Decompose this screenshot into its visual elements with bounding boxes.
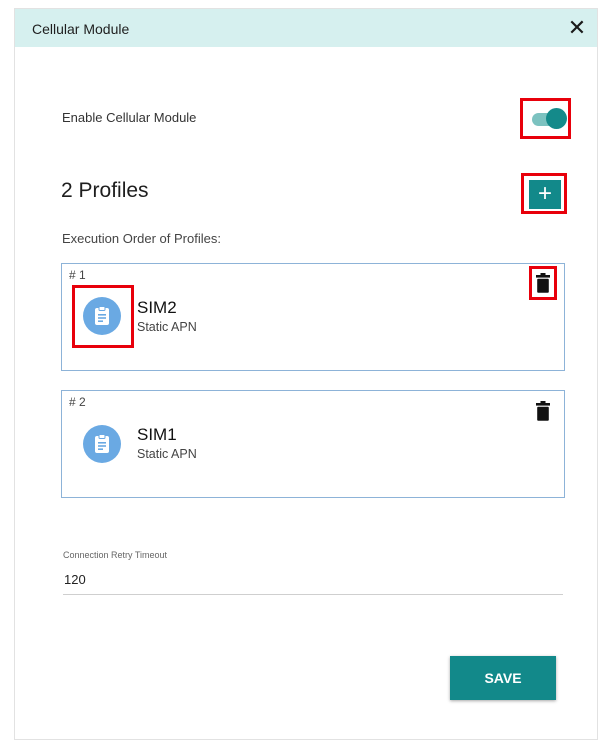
profiles-count-title: 2 Profiles	[61, 179, 149, 202]
enable-cellular-label: Enable Cellular Module	[62, 110, 197, 125]
retry-timeout-label: Connection Retry Timeout	[63, 550, 168, 560]
save-button[interactable]: SAVE	[450, 656, 556, 700]
retry-timeout-underline	[63, 594, 563, 595]
clipboard-icon[interactable]	[83, 425, 121, 463]
dialog-header: Cellular Module ✕	[15, 9, 597, 47]
add-profile-highlight: +	[521, 173, 567, 214]
add-profile-button[interactable]: +	[529, 180, 561, 209]
retry-timeout-input[interactable]: 120	[64, 572, 86, 587]
close-icon[interactable]: ✕	[565, 16, 589, 40]
profile-type: Static APN	[137, 447, 197, 461]
profile-icon-highlight	[72, 285, 134, 348]
profile-card-2[interactable]: # 2 SIM1 Static APN	[61, 390, 565, 498]
delete-highlight	[529, 266, 557, 300]
profile-name: SIM1	[137, 425, 177, 444]
trash-icon[interactable]	[536, 401, 550, 421]
dialog-title: Cellular Module	[32, 21, 130, 37]
trash-icon[interactable]	[536, 273, 550, 293]
profile-order: # 2	[69, 395, 86, 409]
execution-order-label: Execution Order of Profiles:	[62, 231, 221, 246]
profile-name: SIM2	[137, 298, 177, 317]
cellular-module-dialog: Cellular Module ✕ Enable Cellular Module…	[14, 8, 598, 740]
enable-cellular-toggle[interactable]	[520, 98, 571, 139]
toggle-knob	[546, 108, 567, 129]
profile-order: # 1	[69, 268, 86, 282]
clipboard-icon[interactable]	[83, 297, 121, 335]
profile-card-1[interactable]: # 1 SIM2 Static APN	[61, 263, 565, 371]
profile-type: Static APN	[137, 320, 197, 334]
